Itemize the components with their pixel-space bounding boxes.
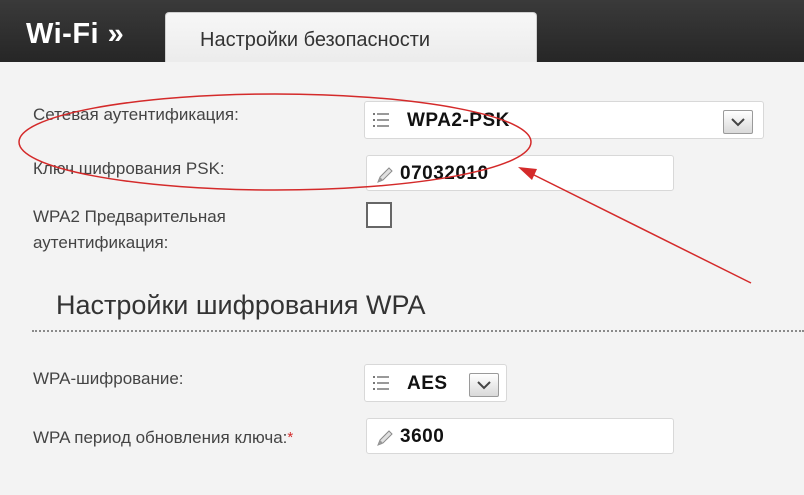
annotation-arrow-head	[518, 167, 537, 180]
annotation-arrow-line	[527, 171, 752, 284]
annotation-overlay	[18, 93, 752, 284]
annotation-ellipse	[18, 93, 532, 191]
